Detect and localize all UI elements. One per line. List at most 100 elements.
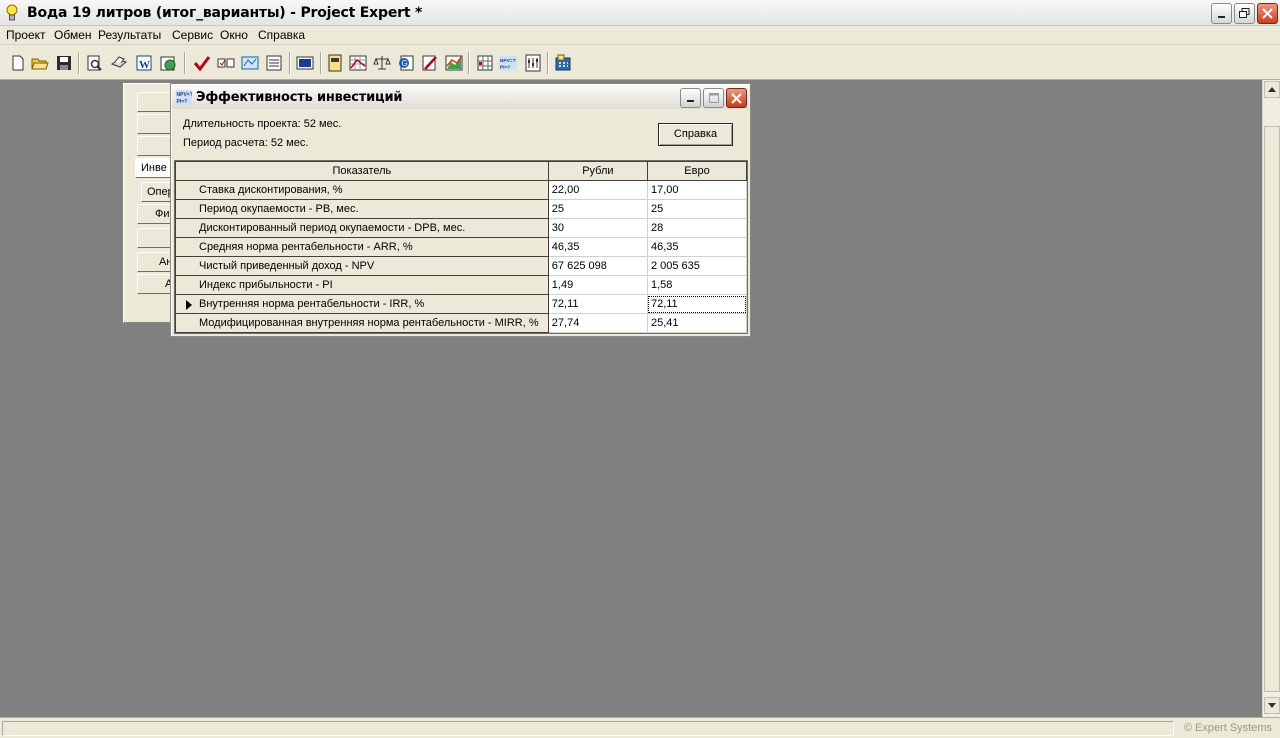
help-button[interactable]: Справка [658,123,733,146]
settings-icon[interactable] [524,54,542,72]
print-icon[interactable] [110,54,128,72]
menu-service[interactable]: Сервис [172,28,213,42]
table-row[interactable]: Дисконтированный период окупаемости - DP… [175,218,748,238]
svg-text:NPV=?: NPV=? [500,58,516,64]
menu-project[interactable]: Проект [6,28,46,42]
minimize-icon [686,100,694,102]
npv-pi-icon: NPV=?PI=? [176,90,192,105]
cell-eur[interactable]: 17,00 [646,180,748,200]
column-header-euro[interactable]: Евро [646,161,748,181]
chart-icon[interactable] [445,54,463,72]
grid-icon[interactable] [476,54,494,72]
svg-text:NPV=?: NPV=? [177,92,193,98]
table-header: Показатель Рубли Евро [175,161,748,181]
close-button[interactable] [1257,3,1278,24]
minimize-button[interactable] [1211,3,1232,24]
cell-eur[interactable]: 1,58 [646,275,748,295]
svg-text:PI=?: PI=? [500,65,510,71]
row-label: Модифицированная внутренняя норма рентаб… [175,313,549,333]
dialog-title: Эффективность инвестиций [196,90,403,105]
cell-rub[interactable]: 30 [547,218,648,238]
restore-icon [1239,8,1250,18]
dialog-minimize-button[interactable] [680,88,701,108]
cell-rub[interactable]: 67 625 098 [547,256,648,276]
check-icon[interactable] [193,54,211,72]
arrow-down-icon [1268,703,1276,708]
table-row[interactable]: Средняя норма рентабельности - ARR, % 46… [175,237,748,257]
menu-bar: Проект Обмен Результаты Сервис Окно Спра… [0,26,1280,45]
column-header-rubles[interactable]: Рубли [547,161,648,181]
dialog-title-bar[interactable]: NPV=? PI=? Эффективность инвестиций [172,85,749,109]
minimize-icon [1217,15,1225,18]
cell-eur[interactable]: 25,41 [646,313,748,333]
window-title: Вода 19 литров (итог_варианты) - Project… [27,5,423,21]
report-icon[interactable]: G [397,54,415,72]
status-pane [2,721,1174,736]
calculation-period-text: Период расчета: 52 мес. [183,137,309,149]
list-icon[interactable] [265,54,283,72]
row-label: Внутренняя норма рентабельности - IRR, % [175,294,549,314]
scroll-up-button[interactable] [1264,81,1280,98]
cell-eur[interactable]: 46,35 [646,237,748,257]
table-row[interactable]: Ставка дисконтирования, % 22,00 17,00 [175,180,748,200]
table-icon[interactable] [326,54,344,72]
cell-eur[interactable]: 2 005 635 [646,256,748,276]
row-label: Средняя норма рентабельности - ARR, % [175,237,549,257]
scroll-thumb[interactable] [1264,126,1280,692]
dialog-close-button[interactable] [726,88,747,108]
table-row[interactable]: Чистый приведенный доход - NPV 67 625 09… [175,256,748,276]
restore-button[interactable] [1234,3,1255,24]
cell-eur[interactable]: 28 [646,218,748,238]
row-label: Период окупаемости - PB, мес. [175,199,549,219]
balance-icon[interactable] [373,54,391,72]
menu-window[interactable]: Окно [220,28,248,42]
menu-help[interactable]: Справка [258,28,305,42]
cell-rub[interactable]: 22,00 [547,180,648,200]
maximize-icon [708,93,719,103]
compare-icon[interactable] [217,54,235,72]
svg-text:PI=?: PI=? [177,99,188,105]
lightbulb-icon [6,4,18,21]
pencil-icon[interactable] [421,54,439,72]
table-row-selected[interactable]: Внутренняя норма рентабельности - IRR, %… [175,294,748,314]
cash-flow-icon[interactable] [349,54,367,72]
row-label-text: Внутренняя норма рентабельности - IRR, % [199,298,425,310]
open-folder-icon[interactable] [31,54,49,72]
close-icon [731,92,742,104]
vertical-scrollbar[interactable] [1262,80,1280,717]
new-file-icon[interactable] [9,54,27,72]
svg-text:G: G [402,59,408,68]
save-icon[interactable] [55,54,73,72]
cell-eur[interactable]: 25 [646,199,748,219]
table-row[interactable]: Модифицированная внутренняя норма рентаб… [175,313,748,333]
close-icon [1262,8,1273,19]
table-row[interactable]: Период окупаемости - PB, мес. 25 25 [175,199,748,219]
web-icon[interactable] [159,54,177,72]
menu-results[interactable]: Результаты [98,28,161,42]
calculator-icon[interactable] [554,54,572,72]
menu-exchange[interactable]: Обмен [54,28,92,42]
column-header-indicator[interactable]: Показатель [175,161,549,181]
row-label: Чистый приведенный доход - NPV [175,256,549,276]
main-title-bar: Вода 19 литров (итог_варианты) - Project… [0,0,1280,26]
cell-rub[interactable]: 1,49 [547,275,648,295]
row-label: Индекс прибыльности - PI [175,275,549,295]
word-export-icon[interactable]: W [135,54,153,72]
scroll-down-button[interactable] [1264,697,1280,714]
cell-rub[interactable]: 46,35 [547,237,648,257]
row-indicator-icon [186,300,192,310]
display-icon[interactable] [296,54,314,72]
status-bar: © Expert Systems [0,717,1280,738]
cell-rub[interactable]: 25 [547,199,648,219]
row-label: Дисконтированный период окупаемости - DP… [175,218,549,238]
print-preview-icon[interactable] [85,54,103,72]
map-icon[interactable] [241,54,259,72]
cell-rub[interactable]: 27,74 [547,313,648,333]
investment-efficiency-dialog: NPV=? PI=? Эффективность инвестиций Длите… [170,83,751,337]
dialog-maximize-button[interactable] [703,88,724,108]
cell-eur-focused[interactable]: 72,11 [646,294,748,314]
cell-rub[interactable]: 72,11 [547,294,648,314]
project-duration-text: Длительность проекта: 52 мес. [183,118,342,130]
table-row[interactable]: Индекс прибыльности - PI 1,49 1,58 [175,275,748,295]
npv-pi-icon[interactable]: NPV=?PI=? [499,54,517,72]
